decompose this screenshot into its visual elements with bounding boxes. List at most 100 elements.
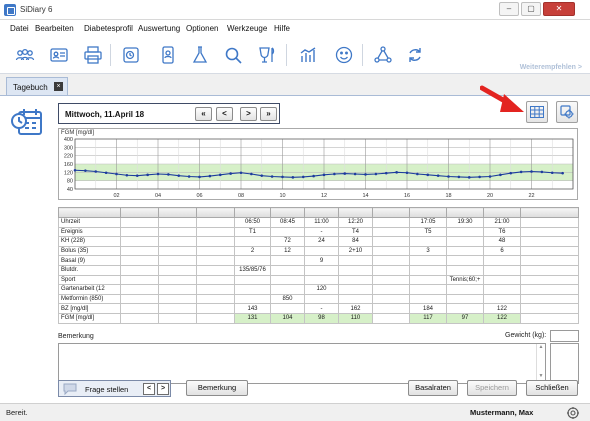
grid-header-cell[interactable] xyxy=(58,207,121,218)
table-cell[interactable] xyxy=(234,236,271,247)
grid-header-cell[interactable] xyxy=(372,207,410,218)
table-cell[interactable] xyxy=(520,236,579,247)
table-cell[interactable] xyxy=(270,226,305,238)
table-cell[interactable] xyxy=(483,264,521,276)
table-cell[interactable] xyxy=(304,245,339,257)
grid-view-button[interactable] xyxy=(526,101,548,123)
next-day-button[interactable]: > xyxy=(240,107,257,121)
table-cell[interactable] xyxy=(304,293,339,305)
table-cell[interactable] xyxy=(270,303,305,314)
table-cell[interactable] xyxy=(196,264,235,276)
table-cell[interactable] xyxy=(483,284,521,295)
table-cell[interactable] xyxy=(234,293,271,305)
table-cell[interactable]: 2+10 xyxy=(338,245,373,257)
grid-header-cell[interactable] xyxy=(270,207,305,218)
table-cell[interactable] xyxy=(372,274,410,286)
table-cell[interactable] xyxy=(446,303,484,314)
table-cell[interactable] xyxy=(234,274,271,286)
table-cell[interactable] xyxy=(158,255,197,266)
table-cell[interactable] xyxy=(409,236,447,247)
table-cell[interactable]: 850 xyxy=(270,293,305,305)
grid-header-cell[interactable] xyxy=(409,207,447,218)
table-cell[interactable] xyxy=(120,245,159,257)
table-cell[interactable]: Tennis;60;+ xyxy=(446,274,484,286)
table-cell[interactable]: T6 xyxy=(483,226,521,238)
tab-close-icon[interactable]: × xyxy=(54,82,63,91)
table-cell[interactable] xyxy=(446,245,484,257)
menu-bearbeiten[interactable]: Bearbeiten xyxy=(35,24,74,33)
table-cell[interactable]: 9 xyxy=(304,255,339,266)
menu-optionen[interactable]: Optionen xyxy=(186,24,218,33)
table-cell[interactable] xyxy=(520,264,579,276)
table-cell[interactable]: 2 xyxy=(234,245,271,257)
grid-header-cell[interactable] xyxy=(120,207,159,218)
table-cell[interactable] xyxy=(234,255,271,266)
minimize-button[interactable]: – xyxy=(499,2,519,16)
table-cell[interactable] xyxy=(520,255,579,266)
table-cell[interactable]: 120 xyxy=(304,284,339,295)
table-cell[interactable] xyxy=(158,293,197,305)
table-cell[interactable]: 131 xyxy=(234,312,271,324)
grid-header-cell[interactable] xyxy=(234,207,271,218)
table-cell[interactable] xyxy=(158,312,197,324)
printer-icon[interactable] xyxy=(82,44,104,66)
grid-header-cell[interactable] xyxy=(446,207,484,218)
table-cell[interactable] xyxy=(304,264,339,276)
statistics-icon[interactable] xyxy=(298,44,320,66)
table-cell[interactable] xyxy=(120,284,159,295)
basal-rates-button[interactable]: Basalraten xyxy=(408,380,458,396)
table-cell[interactable] xyxy=(372,255,410,266)
table-cell[interactable]: 19:30 xyxy=(446,217,484,228)
table-cell[interactable] xyxy=(270,284,305,295)
table-cell[interactable]: 08:45 xyxy=(270,217,305,228)
menu-auswertung[interactable]: Auswertung xyxy=(138,24,180,33)
sync-icon[interactable] xyxy=(404,44,426,66)
table-cell[interactable] xyxy=(483,293,521,305)
table-cell[interactable] xyxy=(158,264,197,276)
notes-textarea[interactable]: ▲ ▼ xyxy=(58,343,546,384)
grid-header-cell[interactable] xyxy=(158,207,197,218)
table-cell[interactable]: 17:05 xyxy=(409,217,447,228)
table-cell[interactable] xyxy=(338,293,373,305)
patient-icon[interactable] xyxy=(157,44,179,66)
table-cell[interactable] xyxy=(196,255,235,266)
table-cell[interactable]: 98 xyxy=(304,312,339,324)
table-cell[interactable]: 122 xyxy=(483,312,521,324)
table-cell[interactable] xyxy=(520,303,579,314)
table-cell[interactable]: 135/85/76 xyxy=(234,264,271,276)
table-cell[interactable]: 122 xyxy=(483,303,521,314)
food-drink-icon[interactable] xyxy=(256,44,278,66)
table-cell[interactable] xyxy=(520,293,579,305)
table-cell[interactable] xyxy=(120,274,159,286)
menu-werkzeuge[interactable]: Werkzeuge xyxy=(227,24,267,33)
table-cell[interactable] xyxy=(158,226,197,238)
grid-header-cell[interactable] xyxy=(520,207,579,218)
table-cell[interactable] xyxy=(520,284,579,295)
table-cell[interactable] xyxy=(304,274,339,286)
ask-question-box[interactable]: Frage stellen < > xyxy=(58,380,171,397)
table-cell[interactable] xyxy=(372,284,410,295)
table-cell[interactable] xyxy=(270,255,305,266)
question-next-button[interactable]: > xyxy=(157,383,169,395)
table-cell[interactable]: T1 xyxy=(234,226,271,238)
table-cell[interactable]: T4 xyxy=(338,226,373,238)
table-cell[interactable]: 97 xyxy=(446,312,484,324)
user-settings-icon[interactable] xyxy=(566,406,580,420)
table-cell[interactable]: T5 xyxy=(409,226,447,238)
table-cell[interactable] xyxy=(520,217,579,228)
table-cell[interactable] xyxy=(120,312,159,324)
table-cell[interactable] xyxy=(520,312,579,324)
previous-day-button[interactable]: < xyxy=(216,107,233,121)
table-cell[interactable] xyxy=(120,264,159,276)
side-panel-box[interactable] xyxy=(550,343,579,384)
table-cell[interactable]: 184 xyxy=(409,303,447,314)
table-cell[interactable]: 48 xyxy=(483,236,521,247)
table-cell[interactable]: 143 xyxy=(234,303,271,314)
table-cell[interactable] xyxy=(446,255,484,266)
table-cell[interactable] xyxy=(446,236,484,247)
table-cell[interactable]: 110 xyxy=(338,312,373,324)
table-cell[interactable]: 104 xyxy=(270,312,305,324)
tab-tagebuch[interactable]: Tagebuch × xyxy=(6,77,68,96)
grid-header-cell[interactable] xyxy=(304,207,339,218)
grid-header-cell[interactable] xyxy=(196,207,235,218)
